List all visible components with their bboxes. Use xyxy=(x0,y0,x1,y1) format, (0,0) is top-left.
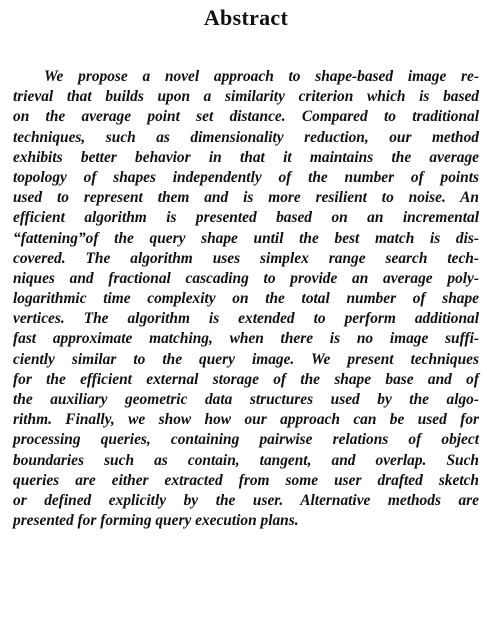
abstract-line: used to represent them and is more resil… xyxy=(13,189,479,207)
abstract-line: We propose a novel approach to shape-bas… xyxy=(44,68,479,85)
abstract-line: fast approximate matching, when there is… xyxy=(13,330,479,348)
abstract-line: processing queries, containing pairwise … xyxy=(13,431,479,449)
abstract-line: queries are either extracted from some u… xyxy=(13,471,479,489)
abstract-line: topology of shapes independently of the … xyxy=(13,168,479,186)
abstract-line: exhibits better behavior in that it main… xyxy=(13,148,479,166)
abstract-line: on the average point set distance. Compa… xyxy=(13,108,479,126)
abstract-line: for the efficient external storage of th… xyxy=(13,370,479,388)
abstract-line: techniques, such as dimensionality reduc… xyxy=(13,128,479,146)
abstract-line: niques and fractional cascading to provi… xyxy=(13,269,479,287)
abstract-line: rithm. Finally, we show how our approach… xyxy=(13,411,479,429)
abstract-page: Abstract We propose a novel approach to … xyxy=(0,0,487,623)
abstract-line: boundaries such as contain, tangent, and… xyxy=(13,451,479,469)
abstract-line: ciently similar to the query image. We p… xyxy=(13,350,479,368)
abstract-line: “fattening”of the query shape until the … xyxy=(13,229,479,247)
abstract-line: logarithmic time complexity on the total… xyxy=(13,290,479,308)
abstract-line: trieval that builds upon a similarity cr… xyxy=(13,88,479,106)
abstract-line: the auxiliary geometric data structures … xyxy=(13,391,479,408)
abstract-line: presented for forming query execution pl… xyxy=(13,512,299,530)
abstract-line: covered. The algorithm uses simplex rang… xyxy=(13,249,479,267)
abstract-heading: Abstract xyxy=(203,5,289,30)
abstract-line: or defined explicitly by the user. Alter… xyxy=(13,491,479,509)
abstract-line: efficient algorithm is presented based o… xyxy=(13,209,479,227)
abstract-body: We propose a novel approach to shape-bas… xyxy=(13,67,479,531)
abstract-line: vertices. The algorithm is extended to p… xyxy=(13,310,479,328)
